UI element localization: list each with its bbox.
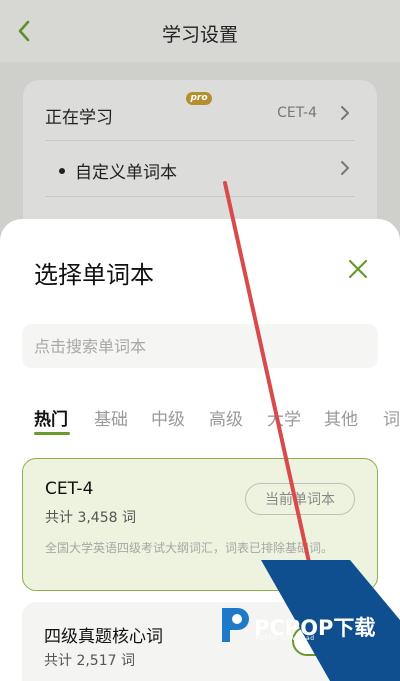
tab-basic[interactable]: 基础 <box>94 405 128 430</box>
tab-hot[interactable]: 热门 <box>34 405 68 430</box>
divider <box>45 196 355 197</box>
search-box <box>22 324 378 368</box>
book-word-count: 共计 2,517 词 <box>44 653 135 669</box>
chevron-right-icon <box>337 160 353 176</box>
book-name: CET-4 <box>45 479 94 499</box>
tab-other[interactable]: 其他 <box>324 405 358 430</box>
pro-badge: pro <box>186 92 212 105</box>
book-word-count: 共计 3,458 词 <box>45 510 136 526</box>
tab-more[interactable]: 词 <box>383 405 400 430</box>
book-name: 四级真题核心词 <box>44 627 163 647</box>
top-bar: 学习设置 <box>0 0 400 62</box>
tab-advanced[interactable]: 高级 <box>209 405 243 430</box>
tab-university[interactable]: 大学 <box>267 405 301 430</box>
bullet-dot <box>59 168 65 174</box>
book-description: 全国大学英语四级考试大纲词汇，词表已排除基础词。 <box>45 541 334 555</box>
watermark: PCPOP下载 PCPOP Download <box>212 604 400 650</box>
current-book-value: CET-4 <box>277 105 317 121</box>
active-tab-indicator <box>34 432 70 435</box>
current-book-button[interactable]: 当前单词本 <box>245 483 355 515</box>
pcpop-logo-icon <box>216 604 252 646</box>
custom-book-label: 自定义单词本 <box>75 163 177 183</box>
chevron-right-icon <box>337 105 353 121</box>
current-book-label: 正在学习 <box>45 108 113 128</box>
sheet-title: 选择单词本 <box>34 261 154 289</box>
custom-book-row[interactable]: 自定义单词本 <box>23 140 377 196</box>
page-title: 学习设置 <box>161 24 238 46</box>
book-card-cet4[interactable]: CET-4 共计 3,458 词 全国大学英语四级考试大纲词汇，词表已排除基础词… <box>22 458 378 591</box>
category-tabs: 热门 基础 中级 高级 大学 其他 词 <box>34 405 400 439</box>
search-input[interactable] <box>34 334 354 358</box>
close-icon[interactable] <box>346 257 370 281</box>
tab-intermediate[interactable]: 中级 <box>151 405 185 430</box>
watermark-subtitle: PCPOP Download <box>256 635 315 642</box>
